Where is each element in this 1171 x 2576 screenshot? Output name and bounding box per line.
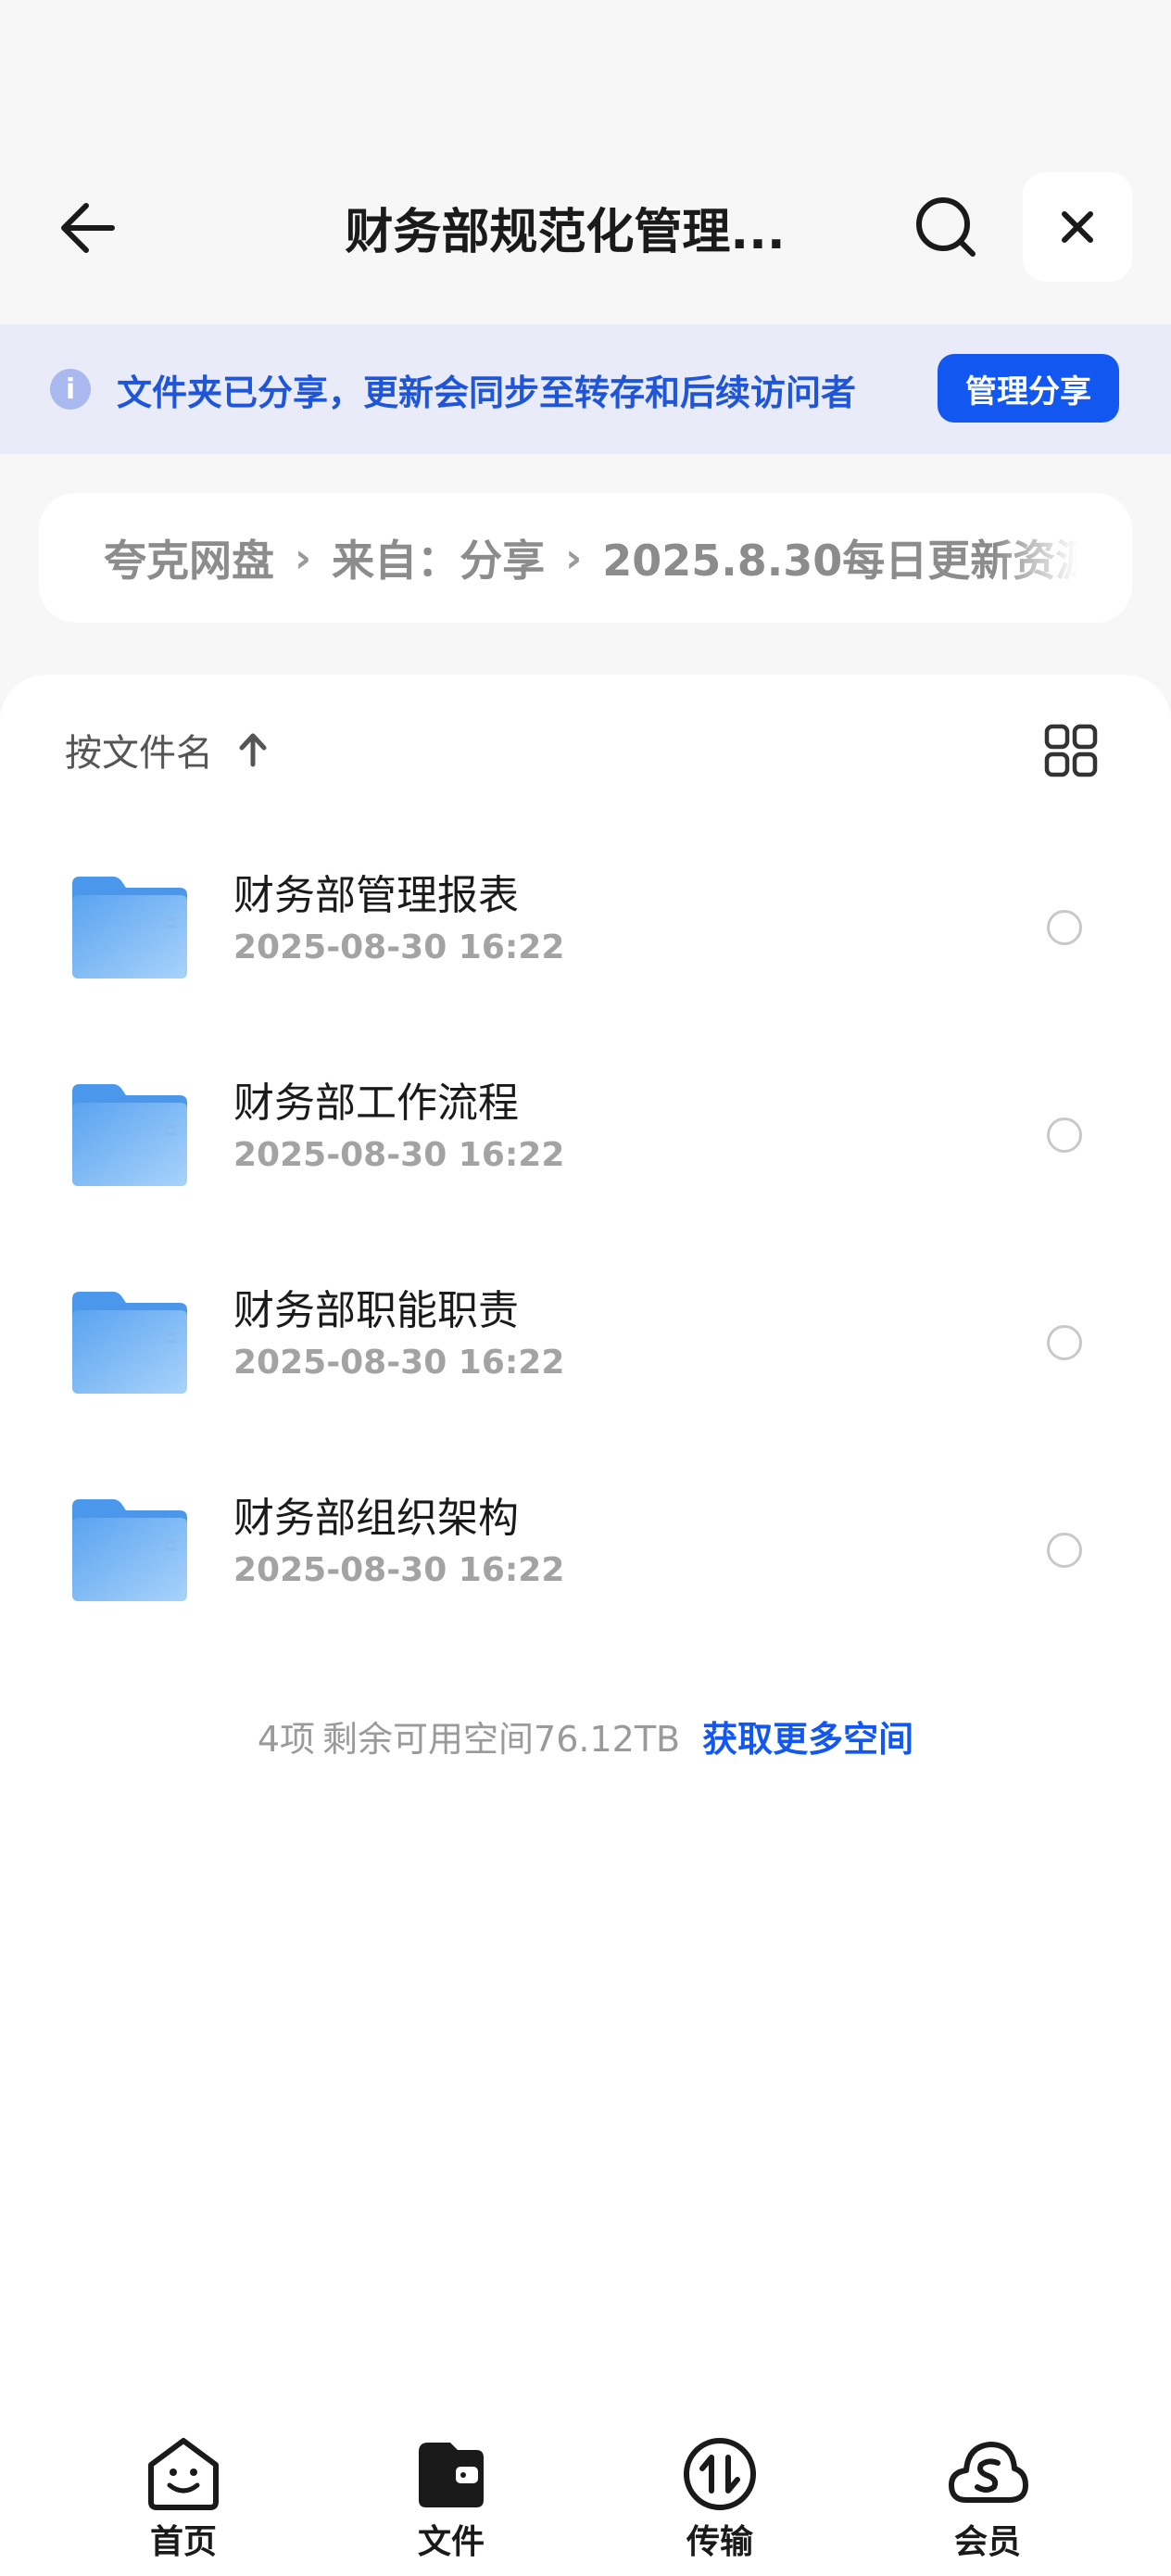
sort-label: 按文件名 [65,732,213,775]
file-name: 财务部工作流程 [233,1080,519,1127]
search-icon [916,197,976,257]
folder-icon [72,1292,187,1394]
home-face-icon [148,2438,219,2510]
files-wallet-icon [419,2443,484,2507]
nav-files-label: 文件 [417,2523,485,2561]
info-icon: i [50,369,91,410]
nav-transfer[interactable]: 传输 [636,2418,803,2561]
file-row-2[interactable]: 财务部职能职责 2025-08-30 16:22 [0,1240,1171,1447]
get-more-space-link[interactable]: 获取更多空间 [702,1711,913,1762]
select-checkbox[interactable] [1047,1118,1082,1153]
search-button[interactable] [900,182,993,274]
folder-icon [72,1499,187,1601]
file-name: 财务部管理报表 [233,872,519,919]
file-name: 财务部组织架构 [233,1495,519,1542]
file-date: 2025-08-30 16:22 [233,1551,565,1589]
file-row-0[interactable]: 财务部管理报表 2025-08-30 16:22 [0,825,1171,1032]
chevron-right-icon: › [295,534,312,582]
file-row-1[interactable]: 财务部工作流程 2025-08-30 16:22 [0,1032,1171,1240]
select-checkbox[interactable] [1047,1533,1082,1568]
file-date: 2025-08-30 16:22 [233,928,565,966]
item-count: 4项 [257,1718,316,1760]
storage-summary: 4项 剩余可用空间76.12TB 获取更多空间 [0,1703,1171,1768]
nav-files[interactable]: 文件 [368,2418,535,2561]
chevron-right-icon: › [565,534,583,582]
back-button[interactable] [37,182,139,274]
file-date: 2025-08-30 16:22 [233,1136,565,1174]
grid-view-button[interactable] [1043,723,1099,778]
breadcrumb-item-share[interactable]: 来自：分享 [332,527,545,588]
breadcrumb-item-root[interactable]: 夸克网盘 [104,527,274,588]
nav-transfer-label: 传输 [686,2523,753,2561]
grid-view-icon [1044,724,1098,777]
nav-home-label: 首页 [149,2523,217,2561]
arrow-up-icon [239,733,267,767]
sort-by-name-button[interactable]: 按文件名 [65,719,269,780]
file-row-3[interactable]: 财务部组织架构 2025-08-30 16:22 [0,1447,1171,1655]
share-banner-text: 文件夹已分享，更新会同步至转存和后续访问者 [117,372,857,413]
folder-icon [72,1084,187,1186]
vip-cloud-icon [949,2442,1028,2503]
select-checkbox[interactable] [1047,1325,1082,1360]
close-icon [1062,211,1093,243]
select-checkbox[interactable] [1047,910,1082,945]
file-name: 财务部职能职责 [233,1287,519,1334]
nav-vip[interactable]: 会员 [904,2418,1071,2561]
page-title: 财务部规范化管理... [345,204,786,260]
arrow-left-icon [61,203,115,253]
nav-home[interactable]: 首页 [100,2418,267,2561]
nav-vip-label: 会员 [953,2523,1021,2561]
breadcrumb: 夸克网盘 › 来自：分享 › 2025.8.30每日更新资源 [39,493,1132,623]
transfer-icon [684,2438,756,2510]
file-date: 2025-08-30 16:22 [233,1344,565,1382]
manage-share-button[interactable]: 管理分享 [938,354,1119,423]
close-button[interactable] [1023,172,1132,282]
folder-icon [72,877,187,979]
remaining-space: 剩余可用空间76.12TB [322,1718,681,1760]
